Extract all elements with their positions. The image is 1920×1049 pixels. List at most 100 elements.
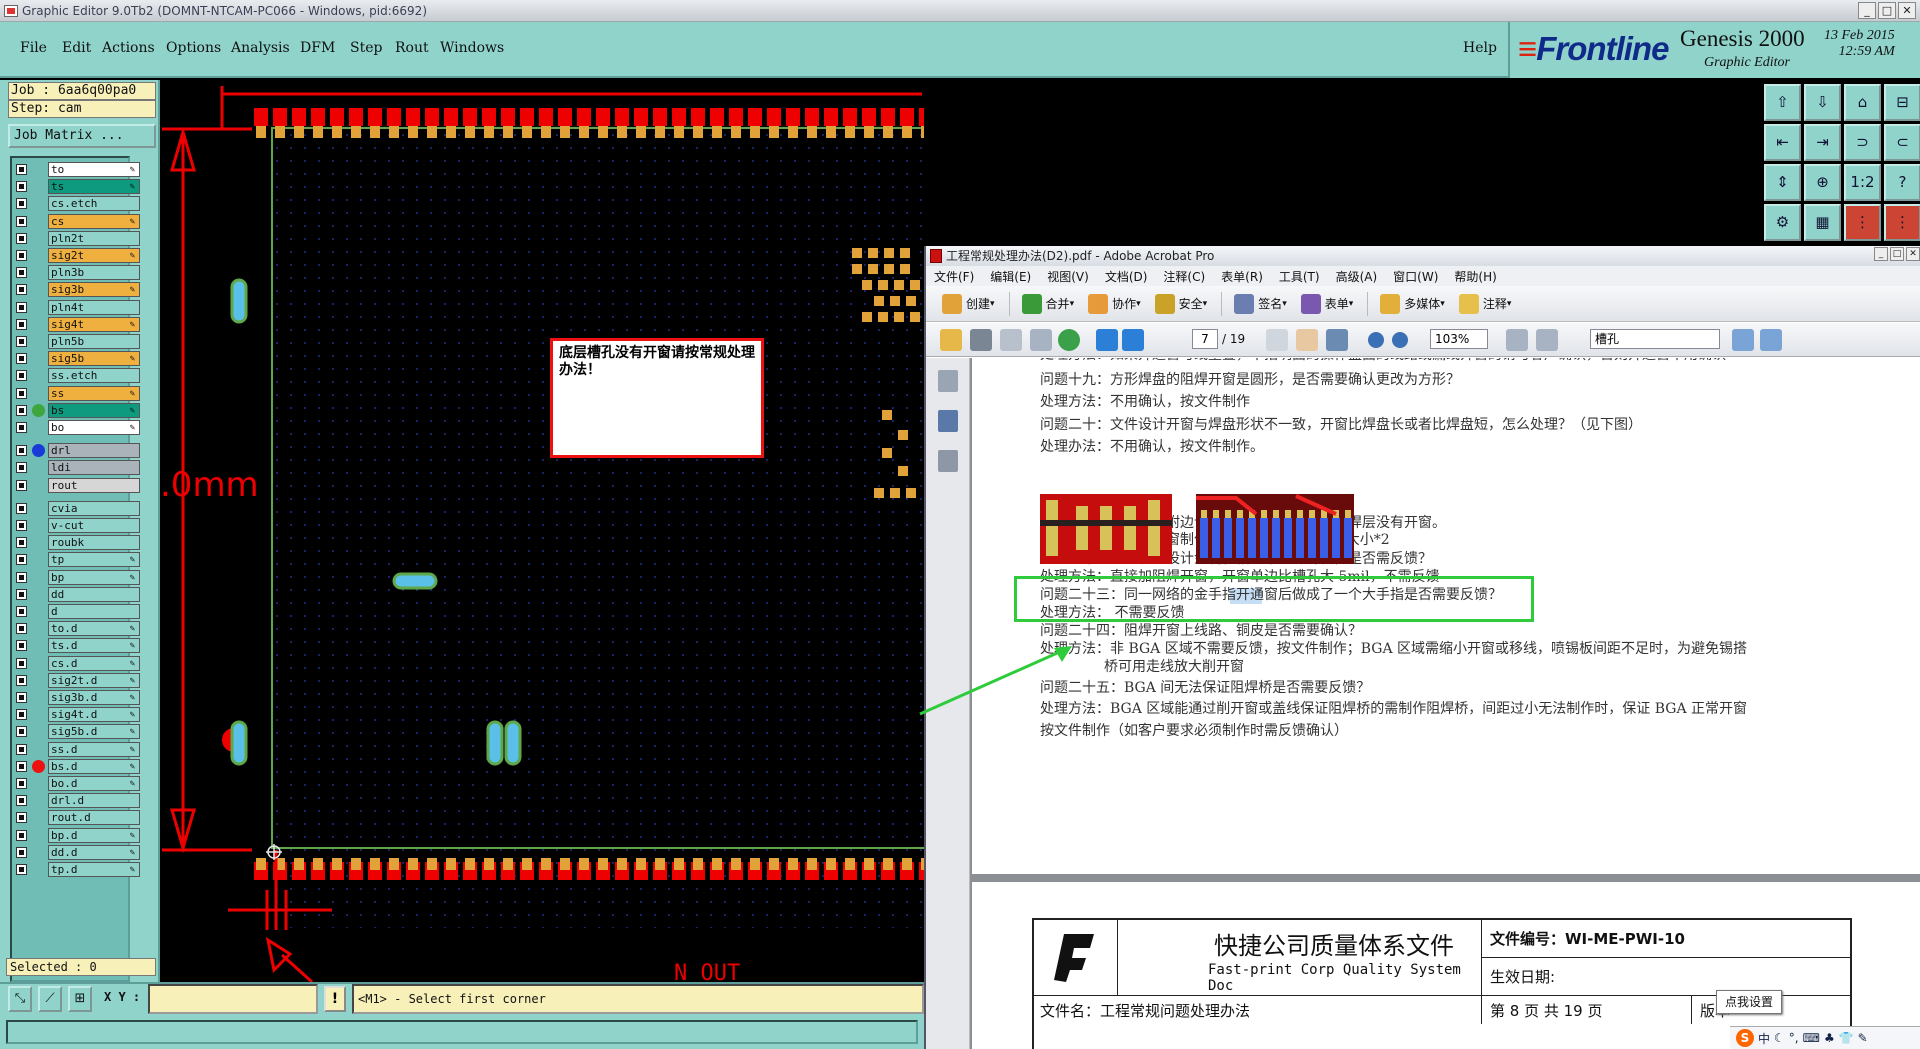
layer-name[interactable]: sig4t.d ✎ xyxy=(48,707,140,723)
signatures-panel-icon[interactable] xyxy=(938,450,958,472)
snap-icon[interactable]: ⊃ xyxy=(1844,124,1881,161)
acrobat-menu-item[interactable]: 帮助(H) xyxy=(1454,268,1496,285)
keyboard-icon[interactable]: ⌨ xyxy=(1803,1031,1820,1045)
toolbar-create-button[interactable]: 创建 ▾ xyxy=(942,293,995,314)
layer-row-rout.d[interactable]: rout.d xyxy=(14,810,140,826)
help-icon[interactable]: ? xyxy=(1884,164,1920,201)
toolbar-sign-button[interactable]: 签名 ▾ xyxy=(1234,293,1287,314)
layer-checkbox[interactable] xyxy=(16,318,27,330)
layer-checkbox[interactable] xyxy=(16,657,27,669)
acrobat-menu-item[interactable]: 工具(T) xyxy=(1279,268,1320,285)
fit-width-icon[interactable] xyxy=(1536,329,1558,351)
layer-row-tp[interactable]: tp ✎ xyxy=(14,552,140,568)
layer-checkbox[interactable] xyxy=(16,250,27,261)
layer-checkbox[interactable] xyxy=(16,623,27,635)
layer-row-bo[interactable]: bo ✎ xyxy=(14,420,140,435)
flip-icon[interactable]: ⊂ xyxy=(1884,124,1920,161)
layer-checkbox[interactable] xyxy=(16,479,27,491)
layer-name[interactable]: ss.etch xyxy=(48,368,140,384)
layer-row-roubk[interactable]: roubk xyxy=(14,535,140,551)
layer-checkbox[interactable] xyxy=(16,336,27,347)
layer-row-sig2t[interactable]: sig2t ✎ xyxy=(14,248,140,263)
layer-checkbox[interactable] xyxy=(16,181,27,193)
layer-name[interactable]: roubk xyxy=(48,535,140,551)
layer-name[interactable]: sig2t ✎ xyxy=(48,248,140,263)
layer-name[interactable]: sig5b.d ✎ xyxy=(48,724,140,740)
toolbar-collaborate-button[interactable]: 协作 ▾ xyxy=(1088,293,1141,314)
layer-name[interactable]: v-cut xyxy=(48,518,140,533)
layer-row-d[interactable]: d xyxy=(14,604,140,619)
measure-tool-icon[interactable]: ⟋ xyxy=(38,986,62,1012)
layer-name[interactable]: pln2t xyxy=(48,230,140,246)
layer-checkbox[interactable] xyxy=(16,215,27,227)
save-icon[interactable] xyxy=(1000,329,1022,351)
open-icon[interactable] xyxy=(940,329,962,351)
layer-row-ts.d[interactable]: ts.d ✎ xyxy=(14,638,140,654)
settings-icon[interactable]: ⚙ xyxy=(1764,204,1801,241)
acrobat-minimize-button[interactable]: _ xyxy=(1874,247,1888,261)
warning-button[interactable]: ! xyxy=(324,986,346,1012)
layer-row-ldi[interactable]: ldi xyxy=(14,460,140,476)
layer-checkbox[interactable] xyxy=(16,462,27,474)
layer-row-cs.d[interactable]: cs.d ✎ xyxy=(14,655,140,671)
acrobat-maximize-button[interactable]: □ xyxy=(1890,247,1904,261)
pcb-a-icon[interactable]: ⋮ xyxy=(1844,204,1881,241)
layer-name[interactable]: ldi xyxy=(48,460,140,476)
layer-checkbox[interactable] xyxy=(16,760,27,772)
pointer-tool-icon[interactable]: ⤡ xyxy=(8,986,32,1012)
layer-row-cs.etch[interactable]: cs.etch xyxy=(14,196,140,212)
pcb-b-icon[interactable]: ⋮ xyxy=(1884,204,1920,241)
hand-tool-icon[interactable] xyxy=(1296,329,1318,351)
ime-mode[interactable]: 中 xyxy=(1758,1030,1770,1047)
layer-checkbox[interactable] xyxy=(16,846,27,858)
zoom-select[interactable]: 103% xyxy=(1430,329,1488,349)
layer-row-bp[interactable]: bp ✎ xyxy=(14,569,140,585)
pan-left-icon[interactable]: ⇤ xyxy=(1764,124,1801,161)
layer-name[interactable]: tp ✎ xyxy=(48,552,140,568)
layer-name[interactable]: to ✎ xyxy=(48,162,140,177)
layer-name[interactable]: drl xyxy=(48,443,140,459)
layer-checkbox[interactable] xyxy=(16,743,27,755)
bookmarks-panel-icon[interactable] xyxy=(938,410,958,432)
xy-input[interactable] xyxy=(148,984,318,1014)
layer-row-drl.d[interactable]: drl.d xyxy=(14,793,140,809)
zoom-tool-icon[interactable] xyxy=(1326,329,1348,351)
layer-checkbox[interactable] xyxy=(16,864,27,875)
find-input[interactable]: 槽孔 xyxy=(1590,329,1720,349)
minimize-button[interactable]: _ xyxy=(1858,2,1876,19)
layer-checkbox[interactable] xyxy=(16,795,27,807)
web-icon[interactable] xyxy=(1058,329,1080,351)
acrobat-menu-item[interactable]: 文件(F) xyxy=(934,268,974,285)
zoom-home-icon[interactable]: ⇧ xyxy=(1764,84,1801,121)
find-prev-icon[interactable] xyxy=(1732,329,1754,351)
acrobat-menu-item[interactable]: 视图(V) xyxy=(1047,268,1089,285)
skin-icon[interactable]: ♣ xyxy=(1824,1031,1835,1045)
job-matrix-button[interactable]: Job Matrix ... xyxy=(8,124,156,148)
layer-name[interactable]: cs.d ✎ xyxy=(48,655,140,671)
layer-row-cvia[interactable]: cvia xyxy=(14,500,140,516)
zoom-in-icon[interactable] xyxy=(1392,332,1408,348)
toolbar-multimedia-button[interactable]: 多媒体 ▾ xyxy=(1380,293,1445,314)
layer-checkbox[interactable] xyxy=(16,164,27,175)
document-view[interactable]: 处理方法：如果开通窗与线重叠，不指明面的操作盘面的线路或漏线开窗的请与客户确认，… xyxy=(970,358,1920,1049)
layer-name[interactable]: rout.d xyxy=(48,810,140,826)
layer-name[interactable]: bo.d ✎ xyxy=(48,776,140,791)
menu-windows[interactable]: Windows xyxy=(440,40,504,56)
layer-row-ss.etch[interactable]: ss.etch xyxy=(14,368,140,384)
layer-name[interactable]: cs.etch xyxy=(48,196,140,212)
layer-name[interactable]: dd.d ✎ xyxy=(48,844,140,860)
menu-help[interactable]: Help xyxy=(1463,40,1497,56)
menu-options[interactable]: Options xyxy=(166,40,221,56)
menu-analysis[interactable]: Analysis xyxy=(231,40,290,56)
layer-row-bs.d[interactable]: bs.d ✎ xyxy=(14,758,140,774)
acrobat-menu-item[interactable]: 表单(R) xyxy=(1221,268,1263,285)
wrench-icon[interactable]: ✎ xyxy=(1858,1031,1868,1045)
layer-row-pln5b[interactable]: pln5b xyxy=(14,334,140,349)
menu-edit[interactable]: Edit xyxy=(62,40,91,56)
layer-row-sig3b[interactable]: sig3b ✎ xyxy=(14,282,140,298)
layer-name[interactable]: drl.d xyxy=(48,793,140,809)
layer-row-pln4t[interactable]: pln4t xyxy=(14,299,140,315)
layer-view-icon[interactable]: ⊟ xyxy=(1884,84,1920,121)
layer-row-ss[interactable]: ss ✎ xyxy=(14,385,140,401)
layer-name[interactable]: sig4t ✎ xyxy=(48,316,140,332)
